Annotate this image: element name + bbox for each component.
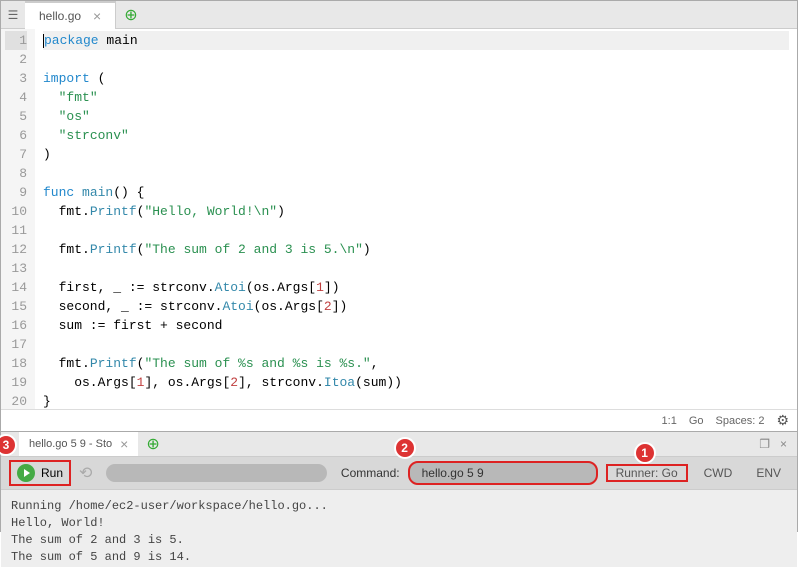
status-bar: 1:1 Go Spaces: 2 ⚙ bbox=[1, 409, 797, 431]
runner-tab-label: hello.go 5 9 - Sto bbox=[29, 438, 112, 450]
run-button[interactable]: Run bbox=[9, 460, 71, 486]
close-icon[interactable]: × bbox=[120, 436, 128, 452]
plus-icon[interactable]: ⊕ bbox=[124, 5, 137, 25]
gear-icon[interactable]: ⚙ bbox=[776, 412, 789, 429]
tab-hello-go[interactable]: hello.go × bbox=[25, 1, 116, 29]
command-input[interactable] bbox=[408, 461, 598, 485]
tab-list-icon[interactable]: ☰ bbox=[1, 8, 25, 22]
cwd-button[interactable]: CWD bbox=[696, 466, 741, 480]
console-output: Running /home/ec2-user/workspace/hello.g… bbox=[1, 489, 797, 567]
runner-tab[interactable]: hello.go 5 9 - Sto × bbox=[19, 432, 138, 456]
close-icon[interactable]: × bbox=[93, 8, 101, 24]
play-icon bbox=[17, 464, 35, 482]
cursor-position: 1:1 bbox=[662, 415, 677, 427]
run-label: Run bbox=[41, 466, 63, 480]
annotation-badge-2: 2 bbox=[394, 437, 416, 459]
runner-selector[interactable]: Runner: Go bbox=[606, 464, 688, 482]
code-editor[interactable]: 1234567891011121314151617181920 package … bbox=[1, 29, 797, 409]
runner-toolbar: Run ⟲ Command: 2 1 Runner: Go CWD ENV bbox=[1, 457, 797, 489]
panel-icon[interactable]: ❐ bbox=[759, 437, 770, 451]
code-area[interactable]: package main import ( "fmt" "os" "strcon… bbox=[35, 29, 797, 409]
language-mode[interactable]: Go bbox=[689, 415, 704, 427]
annotation-badge-3: 3 bbox=[0, 434, 17, 456]
tab-label: hello.go bbox=[39, 9, 81, 23]
close-panel-icon[interactable]: × bbox=[780, 437, 787, 451]
command-label: Command: bbox=[341, 466, 400, 480]
annotation-badge-1: 1 bbox=[634, 442, 656, 464]
line-gutter: 1234567891011121314151617181920 bbox=[1, 29, 35, 409]
plus-icon[interactable]: ⊕ bbox=[146, 434, 159, 454]
name-bar[interactable] bbox=[106, 464, 326, 482]
indent-setting[interactable]: Spaces: 2 bbox=[716, 415, 765, 427]
env-button[interactable]: ENV bbox=[748, 466, 789, 480]
restart-icon[interactable]: ⟲ bbox=[79, 463, 92, 483]
editor-tab-bar: ☰ hello.go × ⊕ bbox=[1, 1, 797, 29]
